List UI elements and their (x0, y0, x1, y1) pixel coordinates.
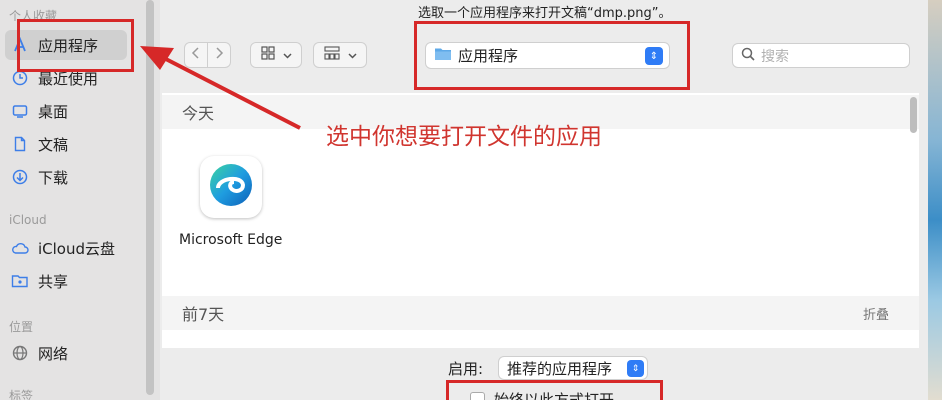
sidebar-item-icloud-drive[interactable]: iCloud云盘 (10, 236, 115, 260)
sidebar-item-label: 文稿 (38, 135, 69, 154)
highlight-box-always-open (446, 380, 663, 400)
group-mode-button[interactable] (313, 42, 367, 68)
popup-stepper-icon: ⇕ (627, 360, 644, 377)
chevron-down-icon (347, 48, 357, 63)
locations-section-title: 位置 (9, 320, 34, 334)
highlight-box-location (414, 21, 690, 90)
group-title: 前7天 (182, 305, 225, 324)
group-header-previous-7-days: 前7天 折叠 (162, 296, 919, 330)
enable-value: 推荐的应用程序 (507, 359, 613, 378)
enable-label: 启用: (448, 360, 484, 378)
chevron-right-icon (214, 47, 224, 63)
sidebar-item-shared[interactable]: 共享 (10, 269, 68, 293)
search-placeholder: 搜索 (761, 48, 789, 65)
globe-icon (10, 343, 30, 363)
document-icon (10, 134, 30, 154)
sidebar-item-label: 下载 (38, 168, 69, 187)
desktop-background (928, 0, 942, 400)
download-icon (10, 167, 30, 187)
search-icon (741, 47, 755, 65)
app-name: Microsoft Edge (179, 232, 283, 248)
sidebar-item-label: 网络 (38, 344, 69, 363)
grid-view-icon (260, 46, 275, 64)
content-scrollbar[interactable] (910, 97, 917, 133)
highlight-box-applications (17, 19, 134, 72)
group-title: 今天 (182, 104, 215, 123)
view-mode-button[interactable] (250, 42, 302, 68)
sidebar-item-network[interactable]: 网络 (10, 341, 68, 365)
back-button[interactable] (184, 42, 208, 68)
edge-icon (207, 161, 255, 213)
collapse-button[interactable]: 折叠 (863, 304, 889, 323)
annotation-text: 选中你想要打开文件的应用 (326, 124, 602, 150)
sidebar-item-downloads[interactable]: 下载 (10, 165, 68, 189)
desktop-icon (10, 101, 30, 121)
cloud-icon (10, 238, 30, 258)
app-item-microsoft-edge[interactable] (200, 156, 262, 218)
enable-popup[interactable]: 推荐的应用程序 ⇕ (498, 356, 648, 380)
sidebar-item-label: iCloud云盘 (38, 239, 116, 258)
icloud-section-title: iCloud (9, 213, 47, 227)
tags-section-title: 标签 (9, 389, 34, 400)
chevron-left-icon (191, 47, 201, 63)
chevron-down-icon (282, 48, 292, 63)
dialog-prompt: 选取一个应用程序来打开文稿“dmp.png”。 (418, 6, 672, 21)
forward-button[interactable] (207, 42, 231, 68)
sidebar-item-label: 桌面 (38, 102, 69, 121)
shared-folder-icon (10, 271, 30, 291)
group-view-icon (323, 46, 340, 64)
sidebar-item-label: 共享 (38, 272, 69, 291)
search-field[interactable]: 搜索 (732, 43, 910, 68)
sidebar-item-desktop[interactable]: 桌面 (10, 99, 68, 123)
sidebar-item-documents[interactable]: 文稿 (10, 132, 68, 156)
sidebar-scrollbar[interactable] (146, 0, 154, 395)
